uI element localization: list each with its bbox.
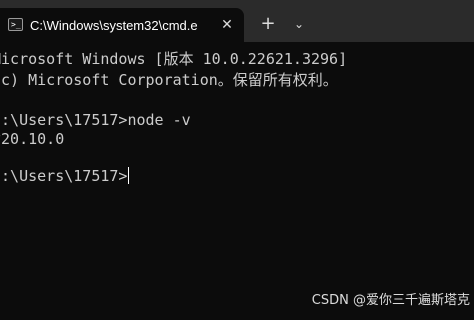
tab-title: C:\Windows\system32\cmd.e xyxy=(30,18,198,33)
terminal-line-version: Microsoft Windows [版本 10.0.22621.3296] xyxy=(0,50,348,68)
prompt-text: C:\Users\17517> xyxy=(0,167,128,185)
title-bar: >_ C:\Windows\system32\cmd.e ✕ + ⌄ xyxy=(0,0,474,42)
close-icon[interactable]: ✕ xyxy=(218,16,236,34)
watermark: CSDN @爱你三千遍斯塔克 xyxy=(311,293,470,308)
cmd-window: >_ C:\Windows\system32\cmd.e ✕ + ⌄ Micro… xyxy=(0,0,474,320)
terminal-icon: >_ xyxy=(8,18,23,31)
scrollbar[interactable] xyxy=(470,42,474,320)
terminal-line-prompt[interactable]: C:\Users\17517> xyxy=(0,165,130,187)
new-tab-button[interactable]: + xyxy=(258,14,278,34)
terminal-line-copyright: (c) Microsoft Corporation。保留所有权利。 xyxy=(0,71,338,89)
tab-cmd[interactable]: >_ C:\Windows\system32\cmd.e ✕ xyxy=(0,8,244,42)
chevron-down-icon[interactable]: ⌄ xyxy=(290,14,308,34)
text-cursor xyxy=(128,167,130,184)
terminal-line-output: v20.10.0 xyxy=(0,130,65,148)
terminal-output[interactable]: Microsoft Windows [版本 10.0.22621.3296] (… xyxy=(0,42,474,320)
terminal-icon-glyph: >_ xyxy=(11,20,21,29)
